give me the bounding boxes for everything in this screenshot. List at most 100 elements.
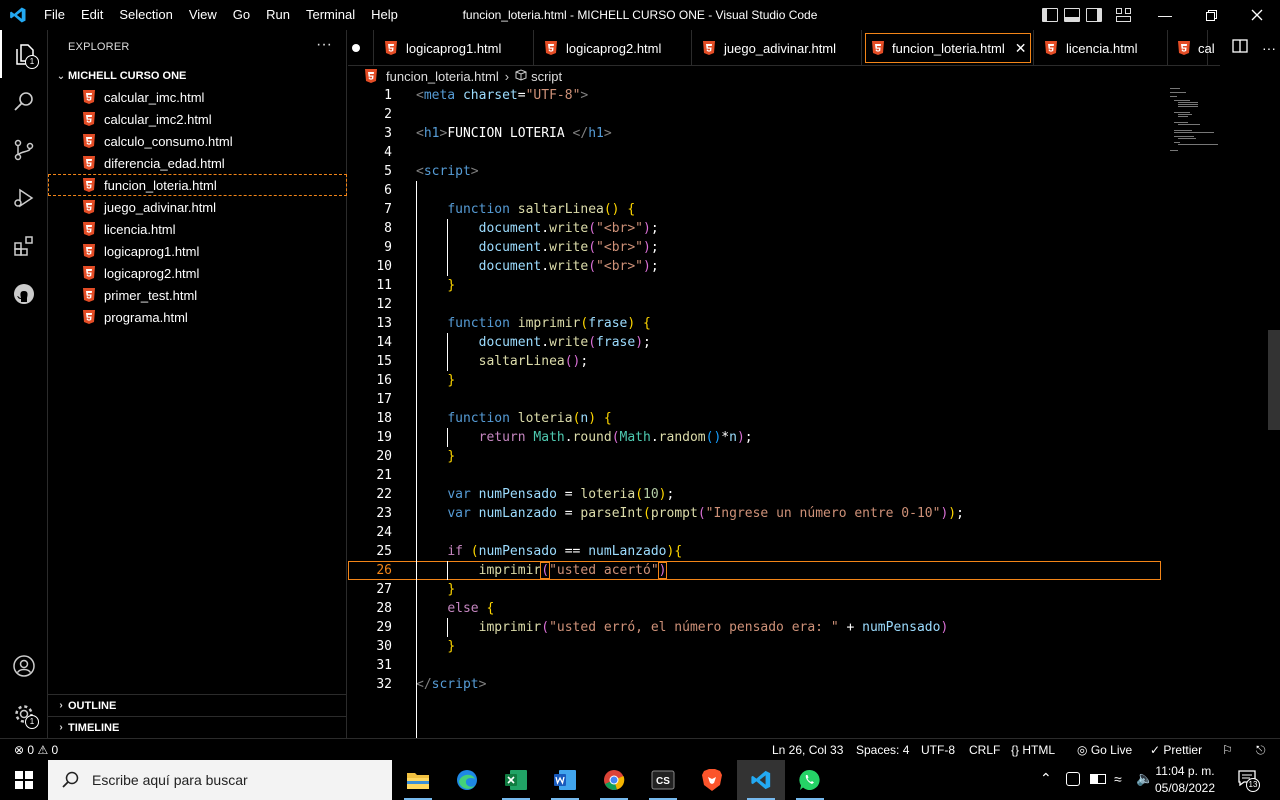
file-item[interactable]: logicaprog1.html [48, 240, 347, 262]
cs-app-icon[interactable]: CS [639, 760, 687, 800]
code-line: if (numPensado == numLanzado){ [447, 544, 683, 559]
split-editor-icon[interactable] [1232, 38, 1248, 59]
minimize-button[interactable]: — [1142, 0, 1188, 30]
editor-tab[interactable]: logicaprog1.html [374, 30, 534, 66]
action-center-icon[interactable]: 13 [1238, 770, 1260, 792]
meet-now-icon[interactable] [1066, 772, 1080, 786]
file-item[interactable]: juego_adivinar.html [48, 196, 347, 218]
minimap[interactable] [1168, 86, 1268, 166]
file-item[interactable]: logicaprog2.html [48, 262, 347, 284]
toggle-primary-sidebar-icon[interactable] [1042, 8, 1058, 22]
vertical-scrollbar[interactable] [1268, 330, 1280, 430]
toggle-secondary-sidebar-icon[interactable] [1086, 8, 1102, 22]
code-line: <script> [416, 164, 479, 179]
line-number: 11 [376, 278, 392, 293]
status-bar: ⊗ 0 ⚠ 0 Ln 26, Col 33 Spaces: 4 UTF-8 CR… [0, 738, 1280, 760]
toggle-panel-icon[interactable] [1064, 8, 1080, 22]
breadcrumb-file[interactable]: funcion_loteria.html [386, 69, 499, 84]
search-icon[interactable] [0, 78, 48, 126]
file-item[interactable]: funcion_loteria.html [48, 174, 347, 196]
taskbar-clock[interactable]: 11:04 p. m. 05/08/2022 [1150, 763, 1220, 797]
notifications-bell-icon[interactable]: ⎋ [1256, 739, 1266, 761]
file-item[interactable]: calcular_imc2.html [48, 108, 347, 130]
feedback-icon[interactable]: ⚐ [1222, 739, 1233, 761]
menu-edit[interactable]: Edit [73, 0, 111, 30]
file-item[interactable]: calculo_consumo.html [48, 130, 347, 152]
cursor-position[interactable]: Ln 26, Col 33 [772, 739, 843, 761]
menu-view[interactable]: View [181, 0, 225, 30]
editor-tab[interactable]: logicaprog2.html [534, 30, 692, 66]
chrome-icon[interactable] [590, 760, 638, 800]
file-item[interactable]: diferencia_edad.html [48, 152, 347, 174]
extensions-icon[interactable] [0, 222, 48, 270]
more-actions-icon[interactable]: ··· [1262, 40, 1276, 56]
outline-section[interactable]: › OUTLINE [48, 694, 347, 716]
file-item[interactable]: licencia.html [48, 218, 347, 240]
prettier-label: Prettier [1163, 743, 1203, 757]
breadcrumb-symbol[interactable]: script [531, 69, 562, 84]
file-label: calcular_imc.html [104, 89, 205, 105]
go-live-button[interactable]: ◎ Go Live [1077, 739, 1132, 761]
source-control-icon[interactable] [0, 126, 48, 174]
vscode-taskbar-icon[interactable] [737, 760, 785, 800]
word-icon[interactable] [541, 760, 589, 800]
menu-terminal[interactable]: Terminal [298, 0, 363, 30]
encoding[interactable]: UTF-8 [921, 739, 955, 761]
restore-button[interactable] [1188, 0, 1234, 30]
brave-browser-icon[interactable] [688, 760, 736, 800]
line-number: 22 [376, 487, 392, 502]
editor-tab[interactable]: licencia.html [1034, 30, 1168, 66]
taskbar-search[interactable]: Escribe aquí para buscar [48, 760, 392, 800]
code-editor[interactable]: 1 2 3 4 5 6 7 8 9 10 11 12 13 14 15 16 17 18 19 20 21 22 23 24 2… [348, 86, 1280, 751]
settings-gear-icon[interactable]: 1 [0, 690, 48, 738]
folder-header[interactable]: ⌄ MICHELL CURSO ONE [48, 66, 347, 86]
line-number: 6 [384, 183, 392, 198]
file-item[interactable]: calcular_imc.html [48, 86, 347, 108]
search-icon [62, 771, 79, 788]
more-actions-icon[interactable]: ··· [316, 36, 332, 54]
indentation[interactable]: Spaces: 4 [856, 739, 909, 761]
file-item[interactable]: programa.html [48, 306, 347, 328]
line-number: 13 [376, 316, 392, 331]
code-area[interactable]: <meta charset="UTF-8"> <h1>FUNCION LOTER… [348, 86, 1161, 751]
windows-start-icon[interactable] [0, 760, 48, 800]
file-item[interactable]: primer_test.html [48, 284, 347, 306]
wifi-icon[interactable]: ≈ [1114, 771, 1122, 787]
prettier-button[interactable]: ✓ Prettier [1150, 739, 1202, 761]
excel-icon[interactable] [492, 760, 540, 800]
customize-layout-icon[interactable] [1116, 8, 1132, 22]
menu-selection[interactable]: Selection [111, 0, 180, 30]
problems-indicator[interactable]: ⊗ 0 ⚠ 0 [14, 739, 58, 761]
timeline-label: TIMELINE [68, 721, 120, 734]
file-explorer-icon[interactable] [394, 760, 442, 800]
editor-tab[interactable]: juego_adivinar.html [692, 30, 862, 66]
end-of-line[interactable]: CRLF [969, 739, 1000, 761]
line-number: 17 [376, 392, 392, 407]
edge-browser-icon[interactable] [443, 760, 491, 800]
explorer-icon[interactable]: 1 [0, 30, 48, 78]
tab-label: funcion_loteria.html [892, 40, 1005, 56]
timeline-section[interactable]: › TIMELINE [48, 716, 347, 738]
file-label: logicaprog2.html [104, 265, 200, 281]
line-number: 7 [384, 202, 392, 217]
line-number: 8 [384, 221, 392, 236]
menu-run[interactable]: Run [258, 0, 298, 30]
tray-overflow-icon[interactable]: ⌃ [1040, 770, 1056, 790]
menu-go[interactable]: Go [225, 0, 258, 30]
chevron-right-icon: › [59, 722, 63, 733]
accounts-icon[interactable] [0, 642, 48, 690]
close-tab-icon[interactable]: ✕ [1015, 40, 1027, 57]
github-icon[interactable] [0, 270, 48, 318]
run-debug-icon[interactable] [0, 174, 48, 222]
close-window-button[interactable] [1234, 0, 1280, 30]
file-label: juego_adivinar.html [104, 199, 217, 215]
line-number: 28 [376, 601, 392, 616]
battery-icon[interactable] [1090, 774, 1106, 784]
line-number: 2 [384, 107, 392, 122]
editor-tab[interactable]: cal [1168, 30, 1215, 66]
language-mode[interactable]: {} HTML [1011, 739, 1055, 761]
whatsapp-icon[interactable] [786, 760, 834, 800]
menu-file[interactable]: File [36, 0, 73, 30]
editor-tab[interactable]: funcion_loteria.html ✕ [862, 30, 1034, 66]
activity-bar: 1 1 [0, 30, 48, 738]
